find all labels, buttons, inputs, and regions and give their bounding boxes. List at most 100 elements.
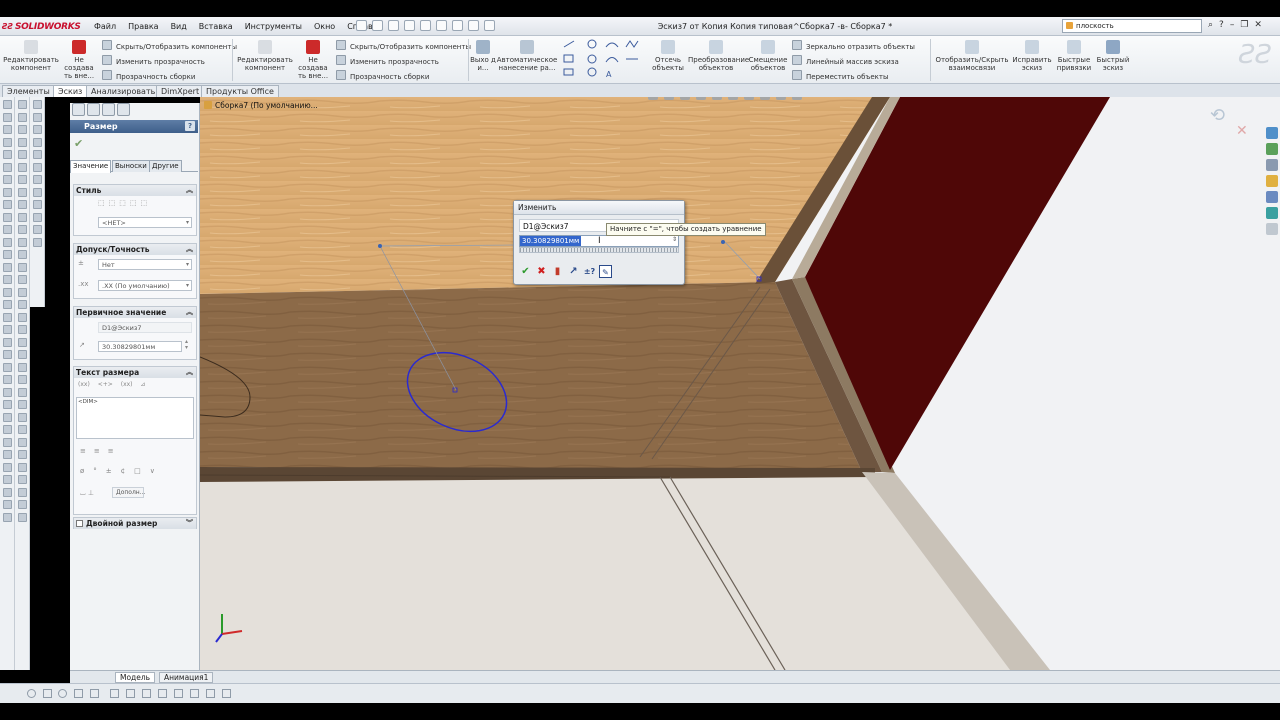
- tolerance-select[interactable]: Нет: [98, 259, 192, 270]
- tool-icon[interactable]: [2, 237, 12, 247]
- pane-extra-icon[interactable]: [1266, 223, 1278, 235]
- symbol-row-2[interactable]: ⌴ ⊥: [80, 489, 94, 498]
- tool-icon[interactable]: [17, 287, 27, 297]
- view-orientation-icon[interactable]: [712, 97, 722, 100]
- dual-dimension-checkbox[interactable]: [76, 520, 83, 527]
- tool-icon[interactable]: [2, 150, 12, 159]
- tool-icon[interactable]: [17, 425, 27, 434]
- tool-icon[interactable]: [2, 187, 12, 197]
- sketch-tools-icons[interactable]: A: [562, 39, 648, 79]
- tool-icon[interactable]: [32, 237, 42, 247]
- mirror-entities[interactable]: Зеркально отразить объекты: [792, 40, 915, 52]
- trim-icon[interactable]: [110, 689, 119, 698]
- tool-icon[interactable]: [2, 387, 12, 397]
- custom-properties-icon[interactable]: [1266, 207, 1278, 219]
- tool-icon[interactable]: [2, 200, 12, 209]
- convert-entities-button[interactable]: Преобразование объектов: [688, 40, 749, 72]
- cancel-corner-icon[interactable]: ✕: [1236, 123, 1248, 139]
- modify-dialog-title[interactable]: Изменить: [514, 201, 684, 215]
- tool-icon[interactable]: [2, 350, 12, 359]
- tool-icon[interactable]: [17, 512, 27, 522]
- print-icon[interactable]: [404, 20, 415, 31]
- configuration-icon[interactable]: [102, 103, 115, 116]
- design-library-icon[interactable]: [1266, 143, 1278, 155]
- display-style-icon[interactable]: [728, 97, 738, 100]
- section-view-icon[interactable]: [696, 97, 706, 100]
- rapid-sketch-button[interactable]: Быстрый эскиз: [1094, 40, 1132, 72]
- tab-features[interactable]: Элементы: [2, 85, 55, 97]
- tool-icon[interactable]: [17, 475, 27, 484]
- tool-icon[interactable]: [17, 450, 27, 459]
- scene-icon[interactable]: [776, 97, 786, 100]
- help-icon[interactable]: ?: [1219, 20, 1224, 30]
- tool-icon[interactable]: [2, 225, 12, 234]
- assembly-transparency-1[interactable]: Прозрачность сборки: [102, 70, 195, 82]
- tile-icon[interactable]: ⊟: [1204, 97, 1211, 98]
- no-external-refs-button-1[interactable]: Не создава ть вне...: [62, 40, 96, 80]
- resources-icon[interactable]: [1266, 127, 1278, 139]
- tool-icon[interactable]: [2, 137, 12, 147]
- move-entities[interactable]: Переместить объекты: [792, 70, 889, 82]
- 3d-model-render[interactable]: [200, 97, 1280, 670]
- tab-evaluate[interactable]: Анализировать: [86, 85, 161, 97]
- feature-tree-icon[interactable]: [72, 103, 85, 116]
- show-hide-components-2[interactable]: Скрыть/Отобразить компоненты: [336, 40, 471, 52]
- appearance-icon[interactable]: [117, 103, 130, 116]
- chamfer-icon[interactable]: [158, 689, 167, 698]
- tool-icon[interactable]: [2, 425, 12, 434]
- tool-icon[interactable]: [17, 362, 27, 372]
- offset-icon[interactable]: [174, 689, 183, 698]
- tool-icon[interactable]: [2, 500, 12, 509]
- view-settings-icon[interactable]: [792, 97, 802, 100]
- tool-icon[interactable]: [17, 337, 27, 347]
- style-buttons[interactable]: ⬚⬚⬚⬚⬚: [98, 199, 151, 207]
- tab-model[interactable]: Модель: [115, 672, 156, 683]
- property-manager-icon[interactable]: [87, 103, 100, 116]
- exit-sketch-button[interactable]: Выхо д и...: [470, 40, 496, 72]
- menu-insert[interactable]: Вставка: [193, 19, 239, 34]
- show-relations-button[interactable]: Отобразить/Скрыть взаимосвязи: [934, 40, 1010, 72]
- spline-icon[interactable]: [90, 689, 99, 698]
- tool-icon[interactable]: [32, 162, 42, 172]
- tool-icon[interactable]: [2, 375, 12, 384]
- offset-entities-button[interactable]: Смещение объектов: [748, 40, 788, 72]
- tool-icon[interactable]: [32, 150, 42, 159]
- tab-dimxpert[interactable]: DimXpert: [156, 85, 205, 97]
- value-spinner[interactable]: ▴ ▾: [185, 339, 188, 351]
- change-transparency-1[interactable]: Изменить прозрачность: [102, 55, 205, 67]
- tool-icon[interactable]: [2, 300, 12, 309]
- tab-office-products[interactable]: Продукты Office: [201, 85, 279, 97]
- tool-icon[interactable]: [32, 100, 42, 109]
- feature-tree-flyout[interactable]: Сборка7 (По умолчанию...: [204, 101, 318, 110]
- edit-component-button-1[interactable]: Редактировать компонент: [2, 40, 60, 72]
- arc-icon[interactable]: [74, 689, 83, 698]
- previous-view-icon[interactable]: [680, 97, 690, 100]
- ok-check-icon[interactable]: ✔: [74, 137, 83, 150]
- tool-icon[interactable]: [17, 400, 27, 409]
- tool-icon[interactable]: [2, 287, 12, 297]
- file-explorer-icon[interactable]: [1266, 159, 1278, 171]
- precision-select[interactable]: .XX (По умолчанию): [98, 280, 192, 291]
- tool-icon[interactable]: [2, 450, 12, 459]
- tool-icon[interactable]: [32, 125, 42, 134]
- tool-icon[interactable]: [2, 125, 12, 134]
- tool-icon[interactable]: [2, 462, 12, 472]
- tool-icon[interactable]: [2, 437, 12, 447]
- tool-icon[interactable]: [17, 412, 27, 422]
- triangle-icon[interactable]: [222, 689, 231, 698]
- open-icon[interactable]: [372, 20, 383, 31]
- tolerance-header[interactable]: Допуск/Точность ︽: [74, 244, 196, 255]
- tool-icon[interactable]: [17, 325, 27, 334]
- tool-icon[interactable]: [2, 400, 12, 409]
- tool-icon[interactable]: [2, 325, 12, 334]
- tool-icon[interactable]: [2, 337, 12, 347]
- save-icon[interactable]: [388, 20, 399, 31]
- mark-dimension-import-icon[interactable]: ±?: [583, 265, 596, 278]
- file-properties-icon[interactable]: [468, 20, 479, 31]
- auto-dimension-button[interactable]: Автоматическое нанесение ра...: [496, 40, 558, 72]
- tool-icon[interactable]: [17, 100, 27, 109]
- tool-icon[interactable]: [17, 375, 27, 384]
- style-header[interactable]: Стиль ︽: [74, 185, 196, 196]
- tool-icon[interactable]: [17, 387, 27, 397]
- tool-icon[interactable]: [17, 275, 27, 284]
